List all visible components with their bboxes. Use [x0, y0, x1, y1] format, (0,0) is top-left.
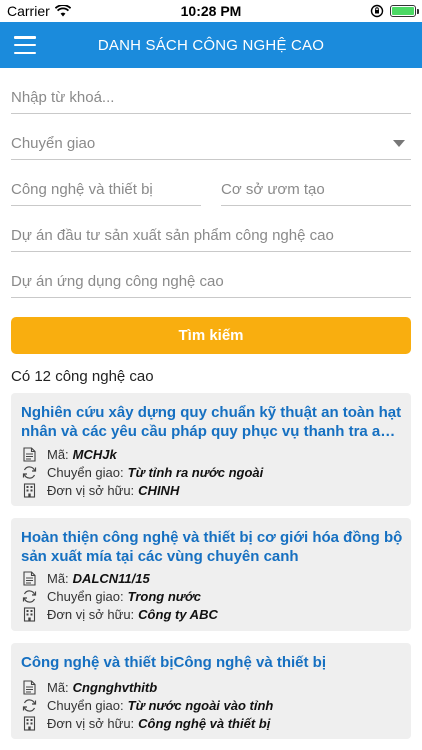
owner-value: Công nghệ và thiết bị [138, 715, 271, 731]
result-card[interactable]: Hoàn thiện công nghệ và thiết bị cơ giới… [11, 518, 411, 631]
card-title[interactable]: Hoàn thiện công nghệ và thiết bị cơ giới… [21, 528, 403, 566]
application-project-input[interactable] [11, 258, 411, 297]
code-label: Mã: [47, 570, 69, 586]
status-bar: Carrier 10:28 PM [0, 0, 422, 22]
owner-label: Đơn vị sở hữu: [47, 715, 135, 731]
transfer-label: Chuyển giao: [47, 588, 124, 604]
transfer-value: Trong nước [127, 588, 202, 604]
transfer-dropdown[interactable]: Chuyển giao [11, 120, 411, 160]
transfer-value: Từ tỉnh ra nước ngoài [127, 464, 264, 480]
transfer-label: Chuyển giao: [47, 697, 124, 713]
transfer-value: Từ nước ngoài vào tỉnh [127, 697, 274, 713]
result-card[interactable]: Công nghệ và thiết bịCông nghệ và thiết … [11, 643, 411, 739]
owner-value: CHINH [138, 482, 180, 498]
code-label: Mã: [47, 679, 69, 695]
status-right [370, 4, 419, 18]
card-owner-row: Đơn vị sở hữu: CHINH [21, 481, 179, 499]
document-icon [21, 570, 37, 586]
card-transfer-row: Chuyển giao: Từ nước ngoài vào tỉnh [21, 696, 273, 714]
keyword-field [11, 74, 411, 114]
document-icon [21, 446, 37, 462]
battery-icon [390, 5, 419, 17]
result-card[interactable]: Nghiên cứu xây dựng quy chuẩn kỹ thuật a… [11, 393, 411, 506]
card-transfer-row: Chuyển giao: Từ tỉnh ra nước ngoài [21, 463, 263, 481]
result-count: Có 12 công nghệ cao [11, 368, 154, 385]
card-code-row: Mã: Cngnghvthitb [21, 678, 157, 696]
sync-icon [21, 697, 37, 713]
card-code-row: Mã: MCHJk [21, 445, 117, 463]
transfer-dropdown-label: Chuyển giao [11, 135, 96, 152]
code-label: Mã: [47, 446, 69, 462]
document-icon [21, 679, 37, 695]
sync-icon [21, 588, 37, 604]
building-icon [21, 606, 37, 622]
nav-bar: DANH SÁCH CÔNG NGHỆ CAO [0, 22, 422, 68]
orientation-lock-icon [370, 4, 384, 18]
page-title: DANH SÁCH CÔNG NGHỆ CAO [97, 37, 325, 54]
building-icon [21, 482, 37, 498]
incubator-input[interactable] [221, 166, 411, 205]
status-time: 10:28 PM [180, 3, 242, 19]
keyword-input[interactable] [11, 74, 411, 113]
card-owner-row: Đơn vị sở hữu: Công ty ABC [21, 605, 218, 623]
owner-label: Đơn vị sở hữu: [47, 606, 135, 622]
tech-equipment-input[interactable] [11, 166, 201, 205]
card-title[interactable]: Nghiên cứu xây dựng quy chuẩn kỹ thuật a… [21, 403, 403, 441]
card-code-row: Mã: DALCN11/15 [21, 569, 150, 587]
transfer-label: Chuyển giao: [47, 464, 124, 480]
sync-icon [21, 464, 37, 480]
building-icon [21, 715, 37, 731]
incubator-field [221, 166, 411, 206]
card-transfer-row: Chuyển giao: Trong nước [21, 587, 201, 605]
code-value: MCHJk [72, 446, 117, 462]
investment-project-input[interactable] [11, 212, 411, 251]
code-value: DALCN11/15 [72, 570, 150, 586]
owner-value: Công ty ABC [138, 606, 218, 622]
investment-project-field [11, 212, 411, 252]
card-title[interactable]: Công nghệ và thiết bịCông nghệ và thiết … [21, 653, 403, 672]
owner-label: Đơn vị sở hữu: [47, 482, 135, 498]
code-value: Cngnghvthitb [72, 679, 158, 695]
card-owner-row: Đơn vị sở hữu: Công nghệ và thiết bị [21, 714, 270, 732]
caret-down-icon [393, 140, 405, 147]
tech-equipment-field [11, 166, 201, 206]
search-button[interactable]: Tìm kiếm [11, 317, 411, 354]
application-project-field [11, 258, 411, 298]
